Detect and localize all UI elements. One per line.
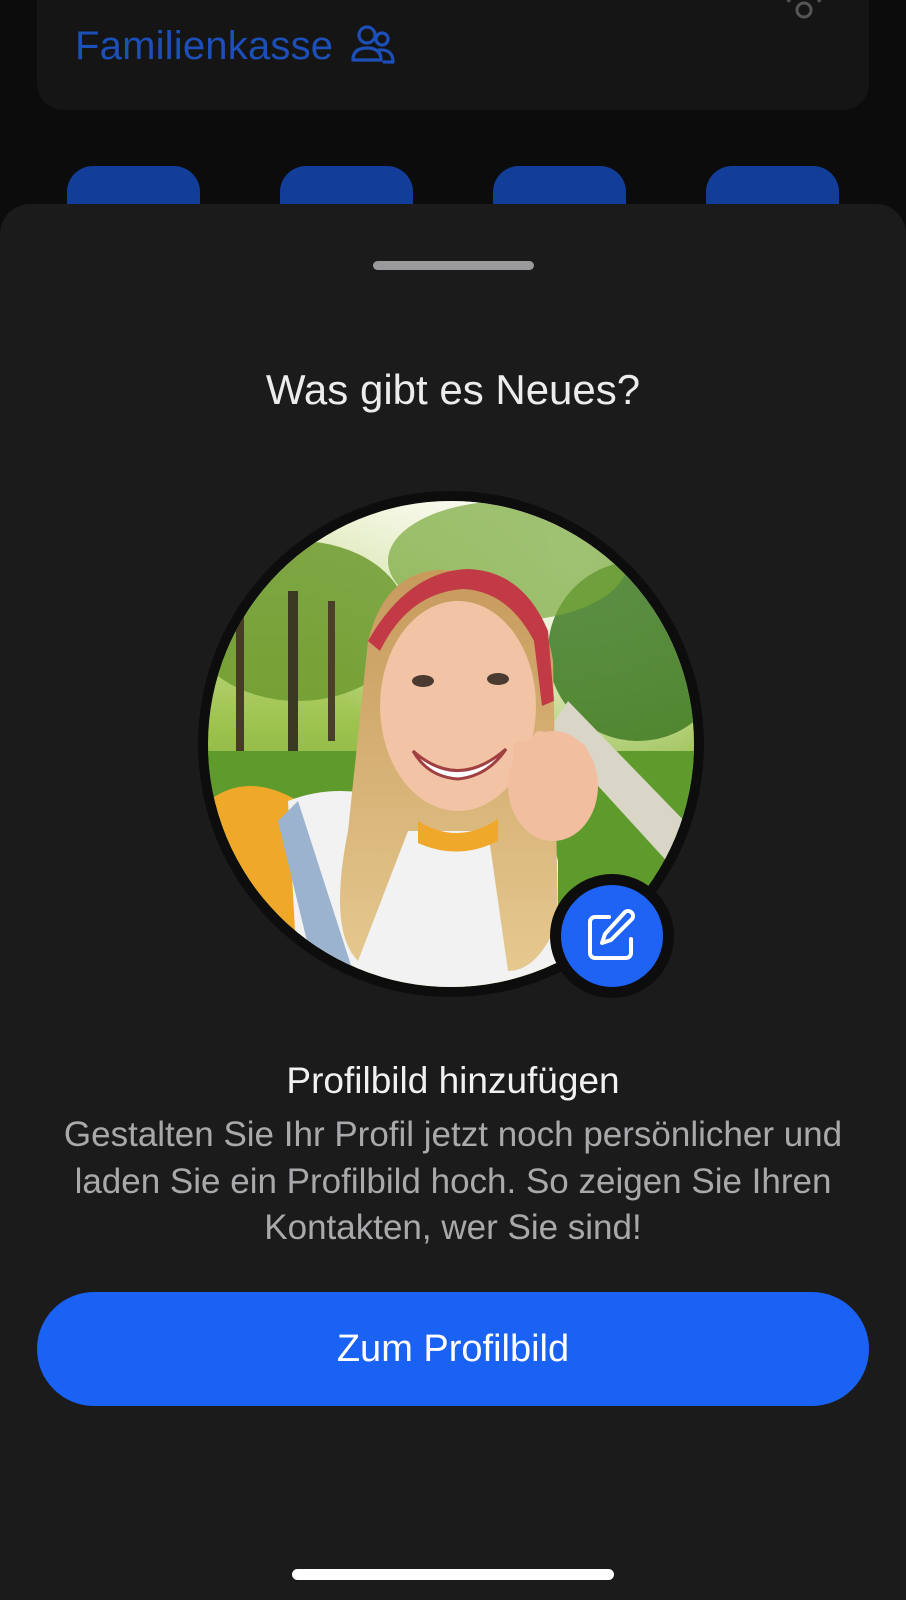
sheet-grabber[interactable] [373, 261, 534, 270]
account-title: Familienkasse [75, 24, 334, 68]
edit-icon [588, 909, 635, 960]
edit-badge[interactable] [550, 874, 674, 998]
sheet-title: Was gibt es Neues? [265, 366, 641, 413]
account-title-row: Familienkasse [75, 22, 397, 70]
account-icon[interactable] [780, 0, 828, 26]
screen: Familienkasse Was gibt es Neues? Profilb… [0, 0, 906, 1600]
edit-button[interactable] [561, 885, 663, 987]
home-indicator[interactable] [292, 1569, 614, 1580]
feature-description: Gestalten Sie Ihr Profil jetzt noch pers… [63, 1115, 843, 1247]
whats-new-sheet: Was gibt es Neues? Profilbild hinzufügen… [0, 204, 906, 1600]
feature-heading: Profilbild hinzufügen [286, 1060, 620, 1101]
people-icon [349, 22, 397, 70]
profile-picture-button[interactable]: Zum Profilbild [37, 1292, 869, 1406]
